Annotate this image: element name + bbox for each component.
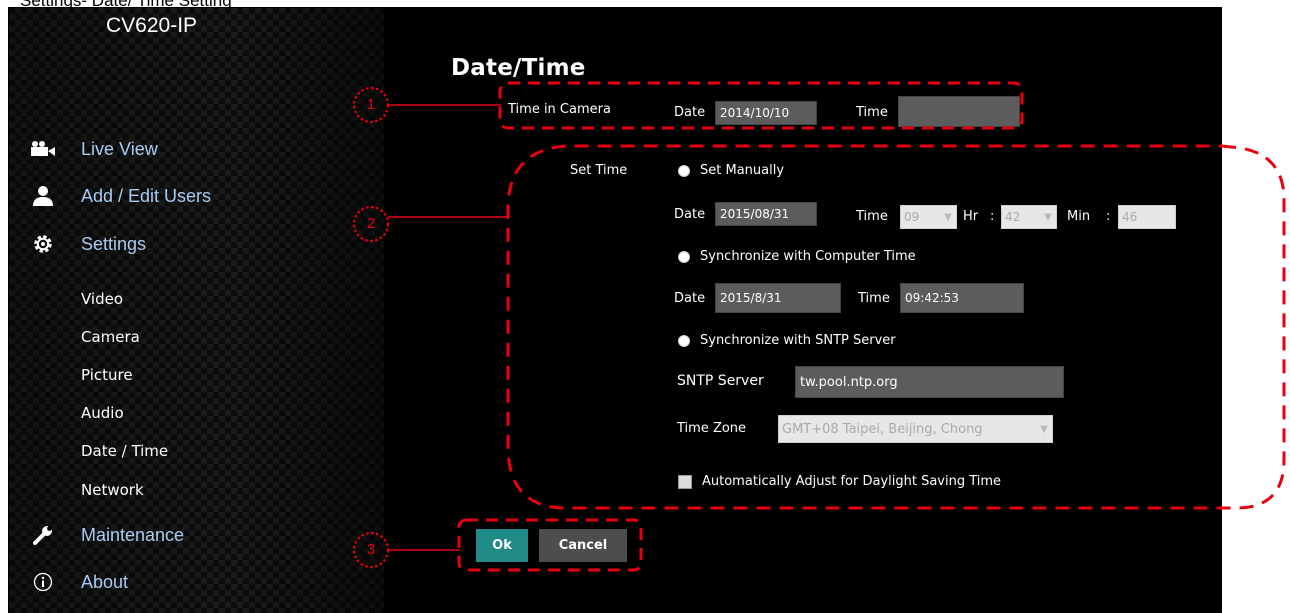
time-zone-value: GMT+08 Taipei, Beijing, Chong bbox=[782, 421, 983, 437]
sidebar-item-label: Add / Edit Users bbox=[81, 185, 212, 206]
computer-date-field: 2015/8/31 bbox=[715, 283, 841, 313]
time-zone-select[interactable]: GMT+08 Taipei, Beijing, Chong ▼ bbox=[778, 415, 1053, 443]
radio-dot bbox=[678, 164, 690, 177]
radio-label: Synchronize with Computer Time bbox=[700, 249, 916, 264]
camera-date-label: Date bbox=[674, 105, 706, 120]
radio-dot bbox=[678, 334, 690, 347]
sidebar: CV620-IP Live View Add / Edit Users Sett… bbox=[9, 8, 384, 613]
brand-title: CV620-IP bbox=[106, 14, 198, 37]
wrench-icon bbox=[29, 523, 57, 547]
daylight-saving-checkbox[interactable]: Automatically Adjust for Daylight Saving… bbox=[678, 474, 1001, 489]
callout-number-2: 2 bbox=[366, 215, 376, 232]
sync-computer-radio[interactable]: Synchronize with Computer Time bbox=[678, 249, 916, 264]
gear-icon bbox=[29, 232, 57, 256]
manual-time-label: Time bbox=[856, 209, 888, 224]
hr-colon: : bbox=[990, 209, 995, 224]
sidebar-item-about[interactable]: About bbox=[29, 570, 128, 594]
camera-time-field bbox=[898, 96, 1020, 127]
cancel-button[interactable]: Cancel bbox=[539, 529, 627, 562]
set-manually-radio[interactable]: Set Manually bbox=[678, 163, 784, 178]
sidebar-item-label: Live View bbox=[81, 138, 158, 159]
sync-sntp-radio[interactable]: Synchronize with SNTP Server bbox=[678, 333, 896, 348]
sidebar-subitem-picture[interactable]: Picture bbox=[81, 366, 133, 384]
camera-time-label: Time bbox=[856, 105, 888, 120]
manual-date-label: Date bbox=[674, 207, 706, 222]
main-panel: Date/Time Time in Camera Date 2014/10/10… bbox=[384, 8, 1221, 613]
callout-number-3: 3 bbox=[366, 541, 376, 558]
sidebar-subitem-network[interactable]: Network bbox=[81, 481, 144, 499]
min-label: Min bbox=[1067, 209, 1091, 224]
sidebar-subitem-video[interactable]: Video bbox=[81, 290, 123, 308]
sidebar-item-label: Settings bbox=[81, 233, 147, 254]
radio-label: Synchronize with SNTP Server bbox=[700, 333, 896, 348]
sidebar-subitem-camera[interactable]: Camera bbox=[81, 328, 140, 346]
user-icon bbox=[29, 184, 57, 208]
min-colon: : bbox=[1106, 209, 1111, 224]
sidebar-item-maintenance[interactable]: Maintenance bbox=[29, 523, 184, 547]
info-icon bbox=[29, 570, 57, 594]
chevron-down-icon: ▼ bbox=[944, 211, 952, 223]
sidebar-item-add-edit-users[interactable]: Add / Edit Users bbox=[29, 184, 211, 208]
chevron-down-icon: ▼ bbox=[1040, 423, 1048, 435]
hr-label: Hr bbox=[963, 209, 979, 224]
sntp-server-label: SNTP Server bbox=[677, 373, 764, 389]
radio-label: Set Manually bbox=[700, 163, 785, 178]
hour-select[interactable]: 09 ▼ bbox=[900, 205, 957, 229]
sidebar-subitem-audio[interactable]: Audio bbox=[81, 404, 124, 422]
minute-value: 42 bbox=[1005, 210, 1021, 224]
app-window: CV620-IP Live View Add / Edit Users Sett… bbox=[8, 7, 1222, 613]
computer-time-field: 09:42:53 bbox=[900, 283, 1024, 313]
sidebar-item-label: About bbox=[81, 571, 129, 592]
ok-button[interactable]: Ok bbox=[476, 529, 528, 562]
hour-value: 09 bbox=[904, 210, 920, 224]
sidebar-item-label: Maintenance bbox=[81, 524, 185, 545]
sntp-server-input[interactable]: tw.pool.ntp.org bbox=[795, 366, 1064, 398]
camera-icon bbox=[29, 137, 57, 161]
callout-number-1: 1 bbox=[366, 96, 376, 113]
camera-date-field: 2014/10/10 bbox=[715, 101, 817, 125]
computer-date-label: Date bbox=[674, 291, 706, 306]
sidebar-item-live-view[interactable]: Live View bbox=[29, 137, 158, 161]
set-time-label: Set Time bbox=[570, 163, 628, 178]
sidebar-item-settings[interactable]: Settings bbox=[29, 232, 146, 256]
time-zone-label: Time Zone bbox=[677, 421, 747, 436]
page-title: Date/Time bbox=[451, 55, 586, 81]
manual-date-input[interactable]: 2015/08/31 bbox=[715, 202, 817, 226]
second-input[interactable]: 46 bbox=[1118, 205, 1176, 229]
computer-time-label: Time bbox=[858, 291, 890, 306]
time-in-camera-label: Time in Camera bbox=[508, 102, 611, 117]
minute-select[interactable]: 42 ▼ bbox=[1001, 205, 1057, 229]
sidebar-subitem-date-time[interactable]: Date / Time bbox=[81, 442, 168, 460]
checkbox-label: Automatically Adjust for Daylight Saving… bbox=[702, 474, 1002, 489]
radio-dot bbox=[678, 250, 690, 263]
checkbox-box bbox=[678, 474, 692, 489]
chevron-down-icon: ▼ bbox=[1044, 211, 1052, 223]
